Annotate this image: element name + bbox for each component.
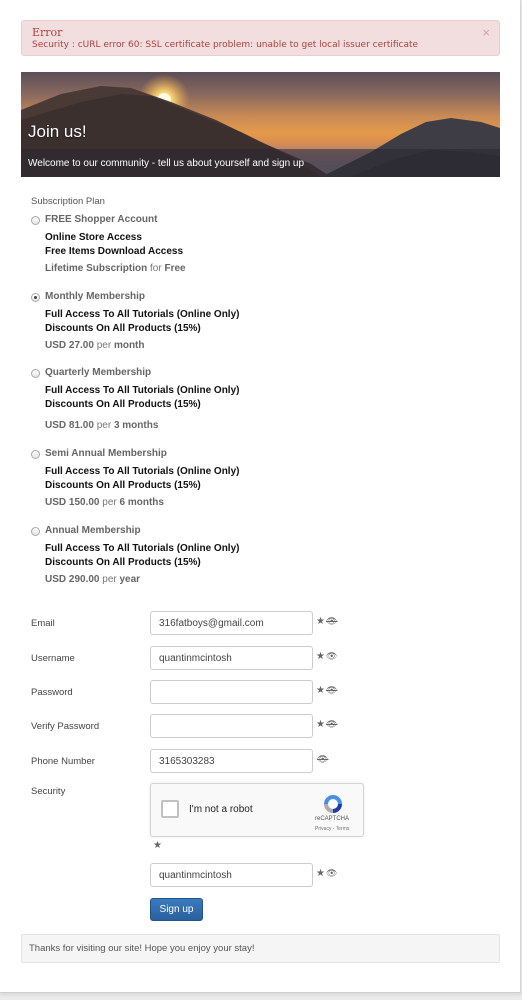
phone-number-field-icons: 👁 xyxy=(316,754,328,765)
plan-name: Monthly Membership xyxy=(45,291,146,302)
plan-price: Lifetime Subscription for Free xyxy=(45,263,186,274)
alert-message: Security : cURL error 60: SSL certificat… xyxy=(32,40,419,50)
security-label: Security xyxy=(31,786,66,797)
plan-feature: Full Access To All Tutorials (Online Onl… xyxy=(45,309,240,320)
plan-feature: Full Access To All Tutorials (Online Onl… xyxy=(45,466,240,477)
phone-number-label: Phone Number xyxy=(31,756,95,767)
plan-price: USD 27.00 per month xyxy=(45,340,145,351)
recaptcha-checkbox[interactable] xyxy=(161,800,179,818)
security-field-icons: ★👁 xyxy=(316,868,337,879)
required-star-icon: ★ xyxy=(153,840,162,851)
password-label: Password xyxy=(31,687,73,698)
visible-eye-icon[interactable]: 👁 xyxy=(326,868,337,878)
plan-feature: Free Items Download Access xyxy=(45,246,184,257)
join-banner: Join us! Welcome to our community - tell… xyxy=(21,72,500,177)
verify-password-field-icons: ★👁 xyxy=(316,719,337,730)
plan-feature: Full Access To All Tutorials (Online Onl… xyxy=(45,543,240,554)
footer-text: Thanks for visiting our site! Hope you e… xyxy=(29,943,255,954)
plan-radio[interactable] xyxy=(31,216,40,225)
recaptcha-widget: I'm not a robot reCAPTCHA Privacy - Term… xyxy=(150,783,364,837)
recaptcha-logo-icon xyxy=(324,795,342,813)
phone-number-field[interactable] xyxy=(150,749,313,773)
plan-name: Semi Annual Membership xyxy=(45,448,167,459)
email-field-icons: ★👁 xyxy=(316,616,337,627)
plan-price: USD 81.00 per 3 months xyxy=(45,420,159,431)
security-answer-field[interactable] xyxy=(150,863,313,887)
recaptcha-brand: reCAPTCHA xyxy=(315,816,350,822)
plan-name: Quarterly Membership xyxy=(45,367,152,378)
hidden-eye-icon[interactable]: 👁 xyxy=(326,685,337,695)
required-star-icon: ★ xyxy=(316,719,325,730)
hidden-eye-icon[interactable]: 👁 xyxy=(317,754,328,764)
email-label: Email xyxy=(31,618,55,629)
verify-password-label: Verify Password xyxy=(31,721,100,732)
page: Error Security : cURL error 60: SSL cert… xyxy=(0,0,521,993)
sign-up-button[interactable]: Sign up xyxy=(150,898,203,921)
email-field[interactable] xyxy=(150,611,313,635)
banner-caption: Welcome to our community - tell us about… xyxy=(28,158,305,169)
password-field[interactable] xyxy=(150,680,313,704)
plan-radio[interactable] xyxy=(31,450,40,459)
subscription-plan-label: Subscription Plan xyxy=(31,196,105,207)
username-field-icons: ★👁 xyxy=(316,651,337,662)
plan-feature: Discounts On All Products (15%) xyxy=(45,399,201,410)
alert-title: Error xyxy=(32,26,63,39)
banner-title: Join us! xyxy=(28,122,87,141)
recaptcha-terms-link[interactable]: Privacy - Terms xyxy=(315,826,349,832)
plan-radio[interactable] xyxy=(31,369,40,378)
plan-feature: Discounts On All Products (15%) xyxy=(45,480,201,491)
plan-semi-annual[interactable]: Semi Annual Membership Full Access To Al… xyxy=(31,448,331,512)
username-field[interactable] xyxy=(150,646,313,670)
plan-name: FREE Shopper Account xyxy=(45,214,158,225)
plan-annual[interactable]: Annual Membership Full Access To All Tut… xyxy=(31,525,331,589)
required-star-icon: ★ xyxy=(316,868,325,879)
required-star-icon: ★ xyxy=(316,685,325,696)
plan-quarterly[interactable]: Quarterly Membership Full Access To All … xyxy=(31,367,331,433)
verify-password-field[interactable] xyxy=(150,714,313,738)
plan-feature: Discounts On All Products (15%) xyxy=(45,557,201,568)
footer-well: Thanks for visiting our site! Hope you e… xyxy=(21,934,500,963)
plan-radio-selected[interactable] xyxy=(31,293,40,302)
error-alert: Error Security : cURL error 60: SSL cert… xyxy=(21,20,500,56)
plan-free[interactable]: FREE Shopper Account Online Store Access… xyxy=(31,214,331,278)
username-label: Username xyxy=(31,653,75,664)
recaptcha-text: I'm not a robot xyxy=(189,804,253,815)
required-star-icon: ★ xyxy=(316,616,325,627)
visible-eye-icon[interactable]: 👁 xyxy=(326,651,337,661)
hidden-eye-icon[interactable]: 👁 xyxy=(326,616,337,626)
plan-radio[interactable] xyxy=(31,527,40,536)
plan-price: USD 150.00 per 6 months xyxy=(45,497,164,508)
plan-name: Annual Membership xyxy=(45,525,141,536)
hidden-eye-icon[interactable]: 👁 xyxy=(326,719,337,729)
plan-feature: Discounts On All Products (15%) xyxy=(45,323,201,334)
plan-monthly[interactable]: Monthly Membership Full Access To All Tu… xyxy=(31,291,331,355)
plan-feature: Full Access To All Tutorials (Online Onl… xyxy=(45,385,240,396)
plan-feature: Online Store Access xyxy=(45,232,142,243)
close-icon[interactable]: × xyxy=(482,25,490,40)
password-field-icons: ★👁 xyxy=(316,685,337,696)
required-star-icon: ★ xyxy=(316,651,325,662)
plan-price: USD 290.00 per year xyxy=(45,574,141,585)
